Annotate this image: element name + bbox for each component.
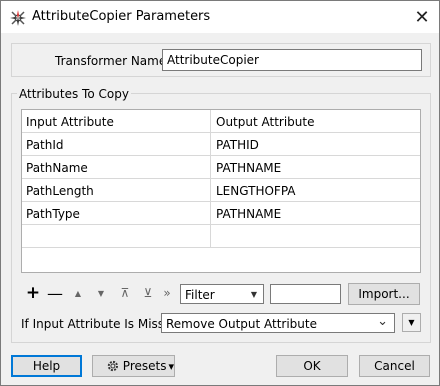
fme-transformer-icon — [10, 10, 26, 26]
column-header-input[interactable]: Input Attribute — [22, 110, 211, 133]
input-attribute-cell[interactable]: PathId — [22, 133, 211, 156]
help-button[interactable]: Help — [11, 355, 82, 377]
missing-attribute-value: Remove Output Attribute — [166, 317, 317, 331]
move-up-icon[interactable]: ▲ — [70, 284, 86, 302]
input-attribute-cell[interactable]: PathName — [22, 156, 211, 179]
add-row-icon[interactable]: + — [25, 283, 41, 303]
table-row[interactable]: PathLength LENGTHOFPA — [22, 179, 420, 202]
presets-button[interactable]: Presets ▾ — [92, 355, 175, 377]
column-header-output[interactable]: Output Attribute — [211, 110, 420, 133]
transformer-name-input[interactable] — [162, 49, 422, 71]
window-title: AttributeCopier Parameters — [32, 9, 211, 24]
move-to-top-icon[interactable]: ⊼ — [117, 284, 133, 302]
table-row[interactable]: PathType PATHNAME — [22, 202, 420, 225]
move-down-icon[interactable]: ▼ — [93, 284, 109, 302]
chevron-down-icon: ▼ — [250, 290, 257, 299]
input-attribute-cell[interactable]: PathType — [22, 202, 211, 225]
more-actions-icon[interactable]: » — [159, 284, 175, 302]
table-header: Input Attribute Output Attribute — [22, 110, 420, 133]
presets-label: Presets — [122, 359, 167, 373]
cancel-button[interactable]: Cancel — [359, 355, 430, 377]
filter-dropdown-value: Filter — [185, 288, 215, 302]
caret-down-icon: ▾ — [168, 359, 174, 373]
missing-attribute-dropdown[interactable]: Remove Output Attribute ⌄ — [161, 313, 395, 333]
remove-row-icon[interactable]: — — [47, 284, 63, 303]
title-bar: AttributeCopier Parameters ✕ — [1, 1, 439, 33]
move-to-bottom-icon[interactable]: ⊻ — [140, 284, 156, 302]
attributes-group-label: Attributes To Copy — [17, 87, 131, 101]
close-icon[interactable]: ✕ — [405, 1, 439, 33]
import-button[interactable]: Import... — [348, 283, 420, 305]
attributes-table[interactable]: Input Attribute Output Attribute PathId … — [21, 109, 421, 273]
table-row[interactable]: PathId PATHID — [22, 133, 420, 156]
attribute-value-menu-button[interactable]: ▼ — [402, 313, 421, 332]
output-attribute-cell[interactable]: PATHNAME — [211, 202, 420, 225]
chevron-down-icon: ⌄ — [377, 314, 388, 329]
ok-button[interactable]: OK — [276, 355, 348, 377]
table-row-empty[interactable] — [22, 225, 420, 248]
gear-icon — [107, 360, 119, 372]
output-attribute-cell[interactable] — [211, 225, 420, 248]
transformer-name-label: Transformer Name: — [55, 54, 171, 68]
output-attribute-cell[interactable]: LENGTHOFPA — [211, 179, 420, 202]
filter-text-input[interactable] — [270, 284, 341, 304]
output-attribute-cell[interactable]: PATHID — [211, 133, 420, 156]
filter-dropdown[interactable]: Filter ▼ — [180, 284, 264, 304]
input-attribute-cell[interactable] — [22, 225, 211, 248]
input-attribute-cell[interactable]: PathLength — [22, 179, 211, 202]
table-row[interactable]: PathName PATHNAME — [22, 156, 420, 179]
dialog-window: AttributeCopier Parameters ✕ Transformer… — [0, 0, 440, 386]
output-attribute-cell[interactable]: PATHNAME — [211, 156, 420, 179]
